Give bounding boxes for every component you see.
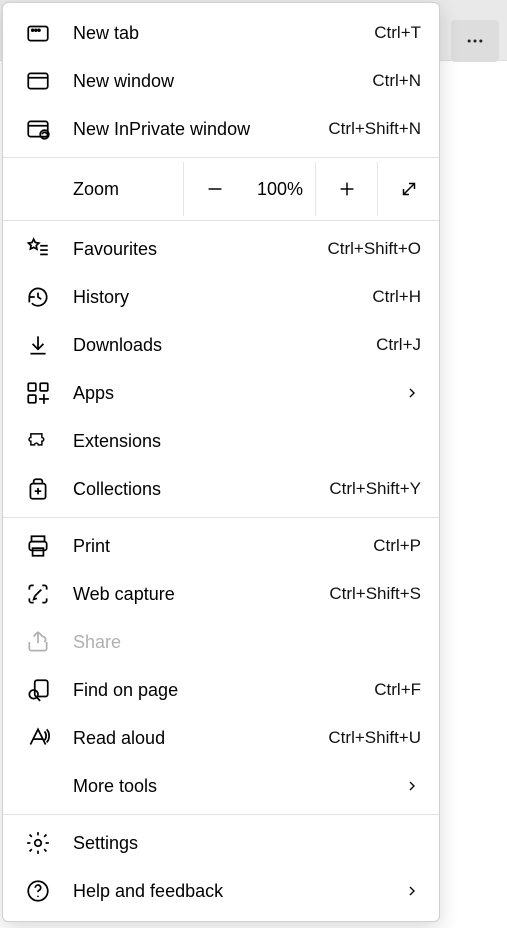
menu-item-history[interactable]: HistoryCtrl+H xyxy=(3,273,439,321)
zoom-label: Zoom xyxy=(25,162,183,216)
menu-item-settings[interactable]: Settings xyxy=(3,819,439,867)
menu-item-shortcut: Ctrl+Shift+S xyxy=(329,584,421,604)
menu-item-label: Share xyxy=(73,632,421,653)
menu-item-label: Help and feedback xyxy=(73,881,403,902)
menu-item-label: Extensions xyxy=(73,431,421,452)
collections-icon xyxy=(25,476,51,502)
zoom-controls: Zoom 100% xyxy=(3,162,439,216)
menu-item-label: Apps xyxy=(73,383,403,404)
window-icon xyxy=(25,68,51,94)
menu-item-shortcut: Ctrl+Shift+Y xyxy=(329,479,421,499)
settings-and-more-menu: New tabCtrl+TNew windowCtrl+NNew InPriva… xyxy=(2,2,440,922)
capture-icon xyxy=(25,581,51,607)
zoom-value: 100% xyxy=(245,162,315,216)
menu-item-label: Find on page xyxy=(73,680,374,701)
history-icon xyxy=(25,284,51,310)
star-list-icon xyxy=(25,236,51,262)
chevron-right-icon xyxy=(403,777,421,795)
menu-item-label: Read aloud xyxy=(73,728,328,749)
inprivate-icon xyxy=(25,116,51,142)
menu-item-help[interactable]: Help and feedback xyxy=(3,867,439,915)
zoom-in-button[interactable] xyxy=(315,162,377,216)
menu-item-apps[interactable]: Apps xyxy=(3,369,439,417)
menu-item-more-tools[interactable]: More tools xyxy=(3,762,439,810)
menu-item-label: New tab xyxy=(73,23,374,44)
menu-item-label: Favourites xyxy=(73,239,327,260)
menu-item-label: Web capture xyxy=(73,584,329,605)
menu-item-shortcut: Ctrl+Shift+U xyxy=(328,728,421,748)
menu-item-label: History xyxy=(73,287,372,308)
menu-item-new-tab[interactable]: New tabCtrl+T xyxy=(3,9,439,57)
menu-item-shortcut: Ctrl+Shift+N xyxy=(328,119,421,139)
menu-item-web-capture[interactable]: Web captureCtrl+Shift+S xyxy=(3,570,439,618)
chevron-right-icon xyxy=(403,384,421,402)
menu-item-label: Print xyxy=(73,536,373,557)
menu-item-new-window[interactable]: New windowCtrl+N xyxy=(3,57,439,105)
download-icon xyxy=(25,332,51,358)
menu-item-find[interactable]: Find on pageCtrl+F xyxy=(3,666,439,714)
menu-item-collections[interactable]: CollectionsCtrl+Shift+Y xyxy=(3,465,439,513)
menu-item-extensions[interactable]: Extensions xyxy=(3,417,439,465)
menu-item-shortcut: Ctrl+N xyxy=(372,71,421,91)
puzzle-icon xyxy=(25,428,51,454)
apps-icon xyxy=(25,380,51,406)
menu-item-label: New window xyxy=(73,71,372,92)
menu-item-label: Collections xyxy=(73,479,329,500)
zoom-out-button[interactable] xyxy=(183,162,245,216)
menu-item-label: Downloads xyxy=(73,335,376,356)
menu-item-read-aloud[interactable]: Read aloudCtrl+Shift+U xyxy=(3,714,439,762)
tab-icon xyxy=(25,20,51,46)
menu-item-share: Share xyxy=(3,618,439,666)
menu-item-print[interactable]: PrintCtrl+P xyxy=(3,522,439,570)
find-icon xyxy=(25,677,51,703)
menu-item-label: More tools xyxy=(73,776,403,797)
fullscreen-button[interactable] xyxy=(377,162,439,216)
menu-item-label: New InPrivate window xyxy=(73,119,328,140)
chevron-right-icon xyxy=(403,882,421,900)
menu-item-label: Settings xyxy=(73,833,421,854)
more-button[interactable] xyxy=(451,20,499,62)
help-icon xyxy=(25,878,51,904)
read-aloud-icon xyxy=(25,725,51,751)
menu-item-shortcut: Ctrl+J xyxy=(376,335,421,355)
gear-icon xyxy=(25,830,51,856)
menu-item-new-inprivate[interactable]: New InPrivate windowCtrl+Shift+N xyxy=(3,105,439,153)
menu-item-shortcut: Ctrl+Shift+O xyxy=(327,239,421,259)
menu-item-shortcut: Ctrl+T xyxy=(374,23,421,43)
menu-item-shortcut: Ctrl+F xyxy=(374,680,421,700)
menu-item-shortcut: Ctrl+H xyxy=(372,287,421,307)
printer-icon xyxy=(25,533,51,559)
menu-item-favourites[interactable]: FavouritesCtrl+Shift+O xyxy=(3,225,439,273)
menu-item-shortcut: Ctrl+P xyxy=(373,536,421,556)
share-icon xyxy=(25,629,51,655)
menu-item-downloads[interactable]: DownloadsCtrl+J xyxy=(3,321,439,369)
